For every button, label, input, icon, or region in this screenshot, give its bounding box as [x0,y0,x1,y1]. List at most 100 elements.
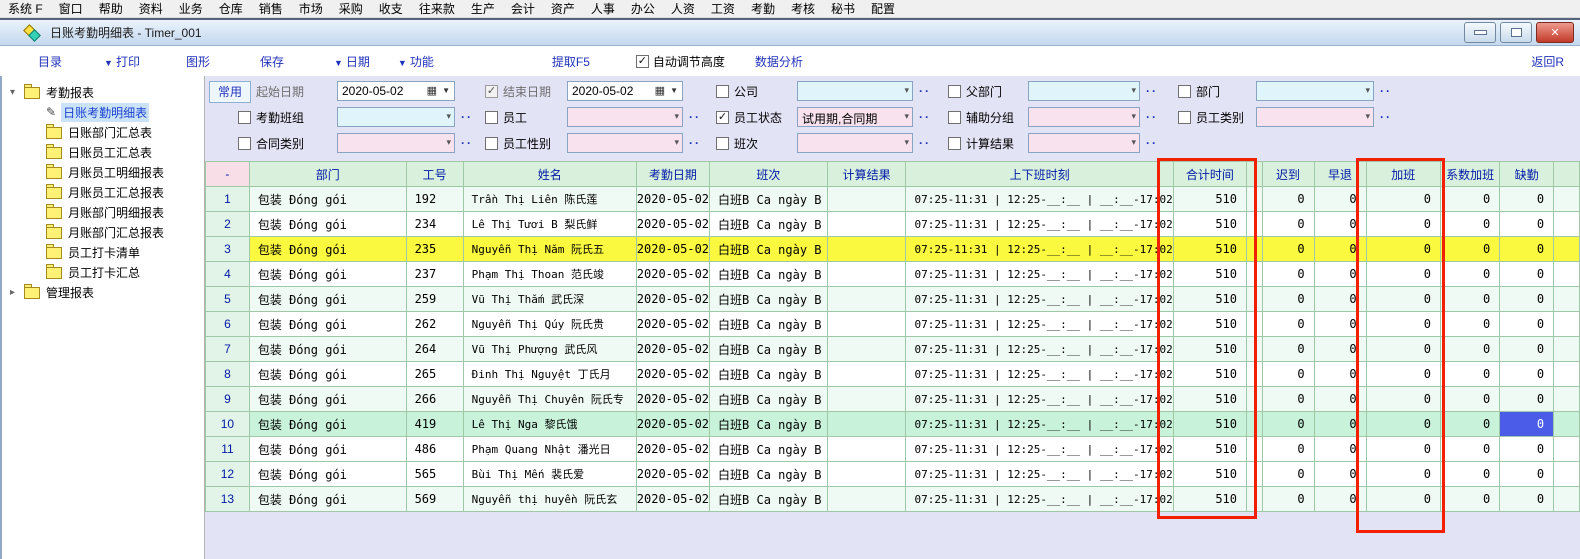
cell-absent[interactable]: 0 [1500,187,1554,212]
cell-idx[interactable]: 2 [206,212,250,237]
cell-idx[interactable]: 12 [206,462,250,487]
cell-late[interactable]: 0 [1262,237,1314,262]
sidebar-item-员工打卡汇总[interactable]: 员工打卡汇总 [2,262,204,282]
col-header-absent[interactable]: 缺勤 [1500,162,1554,187]
cell-dept[interactable]: 包装 Đóng gói [249,212,406,237]
cell-idx[interactable]: 3 [206,237,250,262]
cell-calc[interactable] [827,262,906,287]
cell-emp_no[interactable]: 264 [406,337,463,362]
cell-shift[interactable]: 白班B Ca ngày B [710,212,828,237]
sidebar-item-管理报表[interactable]: ▸管理报表 [2,282,204,302]
col-header-total[interactable]: 合计时间 [1173,162,1246,187]
checkbox-班次[interactable] [716,137,729,150]
checkbox-员工性别[interactable] [485,137,498,150]
col-header-calc[interactable]: 计算结果 [827,162,906,187]
cell-idx[interactable]: 5 [206,287,250,312]
sidebar-item-考勤报表[interactable]: ▾考勤报表 [2,82,204,102]
cell-times[interactable]: 07:25-11:31 | 12:25-__:__ | __:__-17:02 [906,312,1173,337]
cell-emp_no[interactable]: 486 [406,437,463,462]
cell-date[interactable]: 2020-05-02 [636,212,709,237]
cell-total[interactable]: 510 [1173,337,1246,362]
dropdown-field[interactable]: ▾ [1256,107,1374,127]
cell-times[interactable]: 07:25-11:31 | 12:25-__:__ | __:__-17:02 [906,362,1173,387]
cell-ovf[interactable] [1554,487,1580,512]
cell-date[interactable]: 2020-05-02 [636,187,709,212]
cell-times[interactable]: 07:25-11:31 | 12:25-__:__ | __:__-17:02 [906,437,1173,462]
cell-sp[interactable] [1247,412,1263,437]
cell-absent[interactable]: 0 [1500,487,1554,512]
cell-idx[interactable]: 6 [206,312,250,337]
cell-calc[interactable] [827,337,906,362]
cell-name[interactable]: Trần Thị Liên 陈氏莲 [463,187,636,212]
cell-absent[interactable]: 0 [1500,237,1554,262]
ellipsis-button[interactable]: ·· [461,136,473,150]
date-input[interactable]: 2020-05-02▦▼ [337,81,455,101]
cell-sp[interactable] [1247,487,1263,512]
cell-idx[interactable]: 10 [206,412,250,437]
cell-coef_ot[interactable]: 0 [1440,287,1499,312]
col-header-coef_ot[interactable]: 系数加班 [1440,162,1499,187]
cell-sp[interactable] [1247,187,1263,212]
cell-idx[interactable]: 4 [206,262,250,287]
sidebar-item-月账员工明细报表[interactable]: 月账员工明细报表 [2,162,204,182]
dropdown-field[interactable]: ▾ [337,133,455,153]
cell-sp[interactable] [1247,337,1263,362]
cell-ot[interactable]: 0 [1366,337,1440,362]
ellipsis-button[interactable]: ·· [461,110,473,124]
checkbox-合同类别[interactable] [238,137,251,150]
menu-item[interactable]: 资产 [543,0,583,17]
menu-item[interactable]: 窗口 [51,0,91,17]
cell-shift[interactable]: 白班B Ca ngày B [710,312,828,337]
cell-date[interactable]: 2020-05-02 [636,337,709,362]
cell-total[interactable]: 510 [1173,387,1246,412]
cell-date[interactable]: 2020-05-02 [636,262,709,287]
cell-dept[interactable]: 包装 Đóng gói [249,337,406,362]
cell-idx[interactable]: 13 [206,487,250,512]
cell-name[interactable]: Lê Thị Nga 黎氏饿 [463,412,636,437]
dropdown-arrow-icon[interactable]: ▾ [1131,85,1136,96]
cell-absent[interactable]: 0 [1500,262,1554,287]
cell-early[interactable]: 0 [1314,387,1366,412]
cell-dept[interactable]: 包装 Đóng gói [249,262,406,287]
cell-calc[interactable] [827,487,906,512]
restore-button[interactable] [1500,22,1532,43]
cell-emp_no[interactable]: 237 [406,262,463,287]
cell-emp_no[interactable]: 259 [406,287,463,312]
cell-sp[interactable] [1247,212,1263,237]
cell-times[interactable]: 07:25-11:31 | 12:25-__:__ | __:__-17:02 [906,237,1173,262]
cell-ovf[interactable] [1554,362,1580,387]
col-header-name[interactable]: 姓名 [463,162,636,187]
cell-early[interactable]: 0 [1314,262,1366,287]
cell-date[interactable]: 2020-05-02 [636,237,709,262]
cell-early[interactable]: 0 [1314,237,1366,262]
cell-early[interactable]: 0 [1314,437,1366,462]
cell-late[interactable]: 0 [1262,412,1314,437]
dropdown-field[interactable]: ▾ [337,107,455,127]
cell-coef_ot[interactable]: 0 [1440,412,1499,437]
cell-ot[interactable]: 0 [1366,412,1440,437]
ellipsis-button[interactable]: ·· [919,110,931,124]
cell-ovf[interactable] [1554,212,1580,237]
menu-item[interactable]: 往来款 [411,0,463,17]
ellipsis-button[interactable]: ·· [1380,110,1392,124]
cell-ovf[interactable] [1554,312,1580,337]
cell-early[interactable]: 0 [1314,362,1366,387]
cell-coef_ot[interactable]: 0 [1440,462,1499,487]
dropdown-arrow-icon[interactable]: ▾ [1131,137,1136,148]
checkbox-员工类别[interactable] [1178,111,1191,124]
cell-name[interactable]: Vũ Thị Phượng 武氏风 [463,337,636,362]
toolbar-graph-button[interactable]: 图形 [186,53,210,70]
cell-emp_no[interactable]: 234 [406,212,463,237]
cell-late[interactable]: 0 [1262,212,1314,237]
cell-total[interactable]: 510 [1173,437,1246,462]
cell-ot[interactable]: 0 [1366,237,1440,262]
cell-date[interactable]: 2020-05-02 [636,437,709,462]
cell-absent[interactable]: 0 [1500,412,1554,437]
cell-absent[interactable]: 0 [1500,462,1554,487]
cell-late[interactable]: 0 [1262,387,1314,412]
cell-sp[interactable] [1247,237,1263,262]
cell-sp[interactable] [1247,462,1263,487]
cell-name[interactable]: Đinh Thị Nguyệt 丁氏月 [463,362,636,387]
menu-item[interactable]: 系统 F [0,0,51,17]
col-header-idx[interactable]: - [206,162,250,187]
